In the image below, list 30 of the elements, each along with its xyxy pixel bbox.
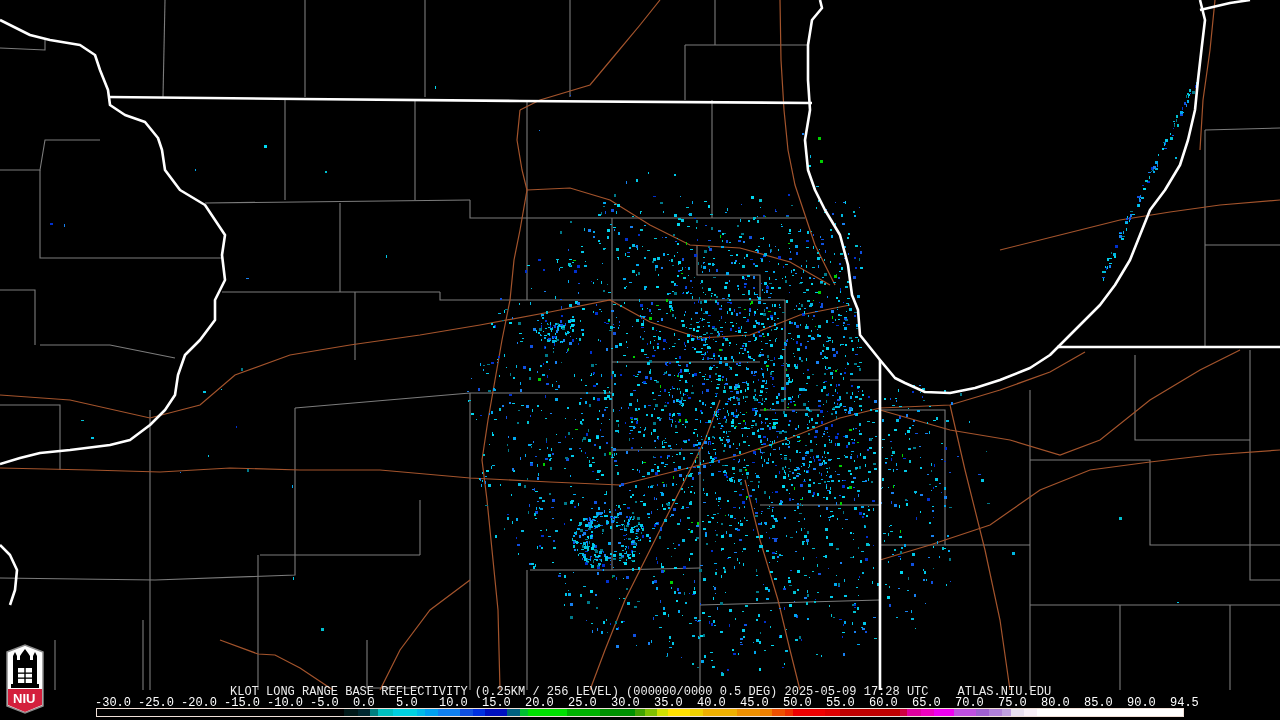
scale-label: 45.0 <box>740 698 769 708</box>
scale-label: 80.0 <box>1041 698 1071 708</box>
scale-label: -15.0 <box>224 698 261 708</box>
scale-label: 75.0 <box>998 698 1028 708</box>
scale-label: 90.0 <box>1127 698 1157 708</box>
scale-label: 94.5 <box>1170 698 1200 708</box>
scale-label: 20.0 <box>525 698 555 708</box>
scale-label: 65.0 <box>912 698 942 708</box>
tower-shield-icon <box>3 644 47 714</box>
scale-label: 85.0 <box>1084 698 1114 708</box>
scale-label: 40.0 <box>697 698 727 708</box>
scale-label: 25.0 <box>568 698 597 708</box>
scale-label: 70.0 <box>955 698 985 708</box>
logo-text: NIU <box>13 692 36 706</box>
scale-label: 55.0 <box>826 698 856 708</box>
scale-label: -5.0 <box>310 698 340 708</box>
scale-label: -25.0 <box>138 698 175 708</box>
scale-label: 10.0 <box>439 698 469 708</box>
product-title: KLOT LONG RANGE BASE REFLECTIVITY (0.25KM / 256 LEVEL) (000000/0000 0.5 DEG) 2025-05-09 17:28 UTC <box>230 687 929 698</box>
scale-label: -20.0 <box>181 698 218 708</box>
scale-label: 0.0 <box>353 698 376 708</box>
scale-label: 60.0 <box>869 698 899 708</box>
source-url: ATLAS.NIU.EDU <box>957 687 1052 698</box>
scale-label: 5.0 <box>396 698 419 708</box>
scale-label: 50.0 <box>783 698 813 708</box>
scale-label: -10.0 <box>267 698 304 708</box>
scale-label: 30.0 <box>611 698 640 708</box>
scale-label: -30.0 <box>95 698 132 708</box>
scale-label: 35.0 <box>654 698 683 708</box>
scale-label: 15.0 <box>482 698 511 708</box>
